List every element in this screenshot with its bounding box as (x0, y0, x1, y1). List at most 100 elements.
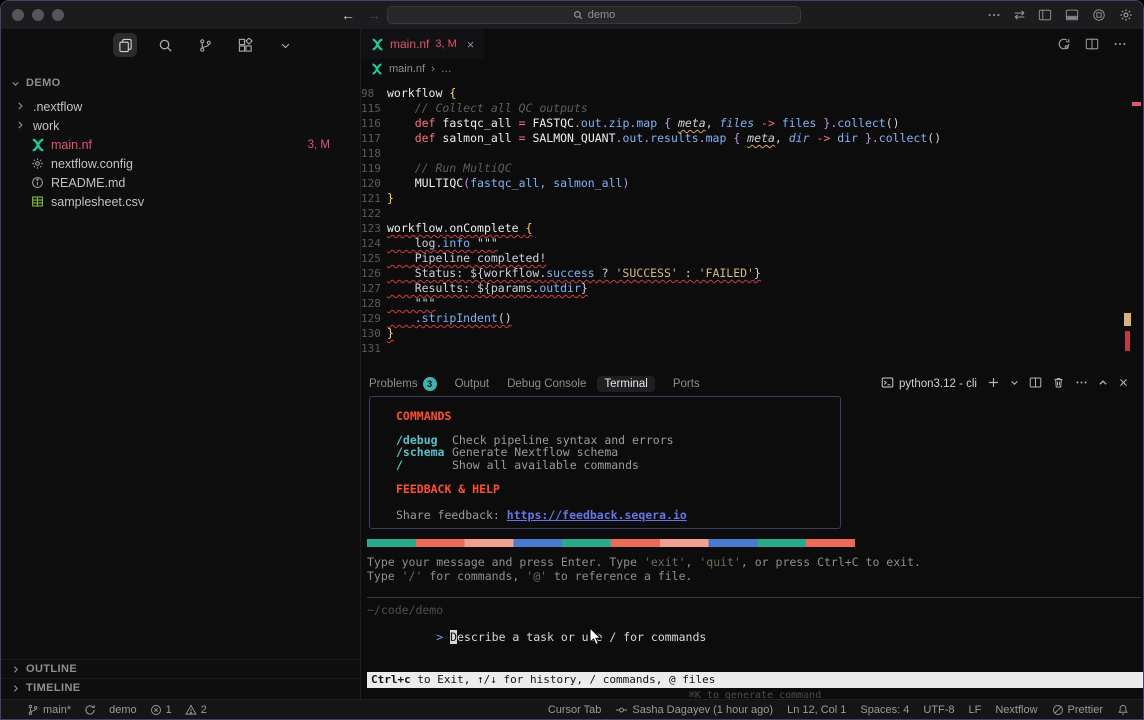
code-line[interactable]: 116 def fastqc_all = FASTQC.out.zip.map … (361, 116, 1143, 131)
editor-tabbar: main.nf 3, M × (361, 29, 1143, 59)
chevron-right-icon (11, 665, 20, 674)
forward-arrow-icon[interactable]: → (367, 7, 381, 23)
code-line[interactable]: 130} (361, 326, 1143, 341)
status-item-main[interactable]: main* (27, 704, 71, 716)
tree-item--nextflow[interactable]: .nextflow (1, 97, 360, 116)
breadcrumb-file[interactable]: main.nf (389, 63, 425, 75)
status-item-prettier[interactable]: Prettier (1052, 704, 1103, 716)
more-icon[interactable] (1075, 376, 1088, 392)
nextflow-logo-icon (371, 38, 384, 51)
status-item-lf[interactable]: LF (969, 704, 982, 716)
line-number: 123 (361, 221, 387, 236)
traffic-lights[interactable] (12, 9, 64, 21)
status-item-utf-8[interactable]: UTF-8 (923, 704, 954, 716)
tree-item-samplesheet-csv[interactable]: samplesheet.csv (1, 192, 360, 211)
panel-tab-debug-console[interactable]: Debug Console (507, 378, 586, 390)
code-line[interactable]: 124 log.info """ (361, 236, 1143, 251)
status-item-nextflow[interactable]: Nextflow (995, 704, 1037, 716)
layout-sidebar-icon[interactable] (1038, 8, 1052, 22)
search-icon[interactable] (153, 33, 177, 57)
status-item-cursor-tab[interactable]: Cursor Tab (548, 704, 602, 716)
layout-panel-icon[interactable] (1065, 8, 1079, 22)
explorer-section-header[interactable]: DEMO (1, 73, 360, 93)
problems-badge: 3, M (308, 139, 330, 151)
terminal-input-text: escribe a task or use / for commands (457, 630, 706, 644)
code-line[interactable]: 98workflow { (361, 86, 1143, 101)
tree-item-readme-md[interactable]: README.md (1, 173, 360, 192)
status-item-sasha-dagayev-1-hour-ago[interactable]: Sasha Dagayev (1 hour ago) (615, 704, 773, 716)
code-line[interactable]: 123workflow.onComplete { (361, 221, 1143, 236)
code-line[interactable]: 119 // Run MultiQC (361, 161, 1143, 176)
panel-tab-ports[interactable]: Ports (673, 378, 700, 390)
tree-item-work[interactable]: work (1, 116, 360, 135)
more-icon[interactable] (1113, 37, 1127, 51)
status-item-ln-12-col-1[interactable]: Ln 12, Col 1 (787, 704, 846, 716)
panel-tab-output[interactable]: Output (455, 378, 490, 390)
commands-heading: COMMANDS (396, 409, 840, 423)
breadcrumb-rest[interactable]: … (441, 63, 452, 75)
status-item-demo[interactable]: demo (109, 704, 137, 716)
terminal-instance-label[interactable]: python3.12 - cli (881, 376, 977, 392)
extensions-icon[interactable] (233, 33, 257, 57)
new-terminal-button[interactable] (987, 376, 1000, 392)
split-editor-icon[interactable] (1085, 37, 1099, 51)
code-line[interactable]: 120 MULTIQC(fastqc_all, salmon_all) (361, 176, 1143, 191)
terminal[interactable]: COMMANDS /debugCheck pipeline syntax and… (361, 395, 1143, 699)
file-label: nextflow.config (51, 157, 133, 171)
code-line[interactable]: 126 Status: ${workflow.success ? 'SUCCES… (361, 266, 1143, 281)
code-line[interactable]: 117 def salmon_all = SALMON_QUANT.out.re… (361, 131, 1143, 146)
code-line[interactable]: 131 (361, 341, 1143, 356)
panel-tabbar: Problems3 Output Debug Console Terminal Port… (361, 373, 1143, 395)
command-center-search[interactable]: demo (387, 6, 801, 24)
zoom-window-button[interactable] (52, 9, 64, 21)
code-line[interactable]: 118 (361, 146, 1143, 161)
timeline-section[interactable]: TIMELINE (1, 678, 360, 697)
status-item-bell[interactable] (1117, 704, 1129, 716)
code-line[interactable]: 128 """ (361, 296, 1143, 311)
split-terminal-button[interactable] (1029, 376, 1042, 392)
terminal-help-bar: Ctrl+c to Exit, ↑/↓ for history, / comma… (367, 672, 1143, 688)
terminal-input[interactable]: > Describe a task or use / for commands (367, 616, 706, 658)
code-line[interactable]: 129 .stripIndent() (361, 311, 1143, 326)
outline-section[interactable]: OUTLINE (1, 659, 360, 678)
close-panel-icon[interactable] (1118, 377, 1129, 391)
chevron-down-icon[interactable] (273, 33, 297, 57)
breadcrumb[interactable]: main.nf › … (361, 59, 1143, 79)
maximize-panel-icon[interactable] (1098, 378, 1108, 391)
kill-terminal-button[interactable] (1052, 376, 1065, 392)
panel-tab-terminal[interactable]: Terminal (597, 376, 654, 392)
panel-tab-problems[interactable]: Problems3 (369, 377, 437, 391)
close-window-button[interactable] (12, 9, 24, 21)
source-control-icon[interactable] (193, 33, 217, 57)
code-line[interactable]: 122 (361, 206, 1143, 221)
status-item-1[interactable]: 1 (150, 704, 172, 716)
feedback-label: Share feedback: (396, 508, 507, 522)
minimize-window-button[interactable] (32, 9, 44, 21)
code-line[interactable]: 115 // Collect all QC outputs (361, 101, 1143, 116)
line-number: 124 (361, 236, 387, 251)
sidebar: DEMO .nextflowworkmain.nf3, M nextflow.co… (1, 29, 361, 699)
code-editor[interactable]: 98workflow {115 // Collect all QC output… (361, 79, 1143, 373)
code-line[interactable]: 127 Results: ${params.outdir} (361, 281, 1143, 296)
layout-secondary-icon[interactable] (1092, 8, 1106, 22)
feedback-link[interactable]: https://feedback.seqera.io (507, 508, 687, 522)
settings-gear-icon[interactable] (1119, 8, 1133, 22)
tree-item-main-nf[interactable]: main.nf3, M (1, 135, 360, 154)
close-tab-icon[interactable]: × (467, 37, 475, 52)
back-arrow-icon[interactable]: ← (341, 7, 355, 23)
status-item-sync[interactable] (84, 704, 96, 716)
code-line[interactable]: 125 Pipeline completed! (361, 251, 1143, 266)
status-item-2[interactable]: 2 (185, 704, 207, 716)
tab-main-nf[interactable]: main.nf 3, M × (361, 29, 484, 59)
terminal-dropdown-icon[interactable] (1010, 378, 1019, 390)
swap-arrows-icon[interactable]: ⇄ (1014, 7, 1025, 23)
git-branch-icon (27, 704, 39, 716)
line-number: 120 (361, 176, 387, 191)
status-item-spaces-4[interactable]: Spaces: 4 (860, 704, 909, 716)
terminal-hint-line: Type your message and press Enter. Type … (367, 555, 921, 569)
history-icon[interactable] (1057, 37, 1071, 51)
tree-item-nextflow-config[interactable]: nextflow.config (1, 154, 360, 173)
files-icon[interactable] (113, 33, 137, 57)
code-line[interactable]: 121} (361, 191, 1143, 206)
more-icon[interactable] (987, 8, 1001, 22)
